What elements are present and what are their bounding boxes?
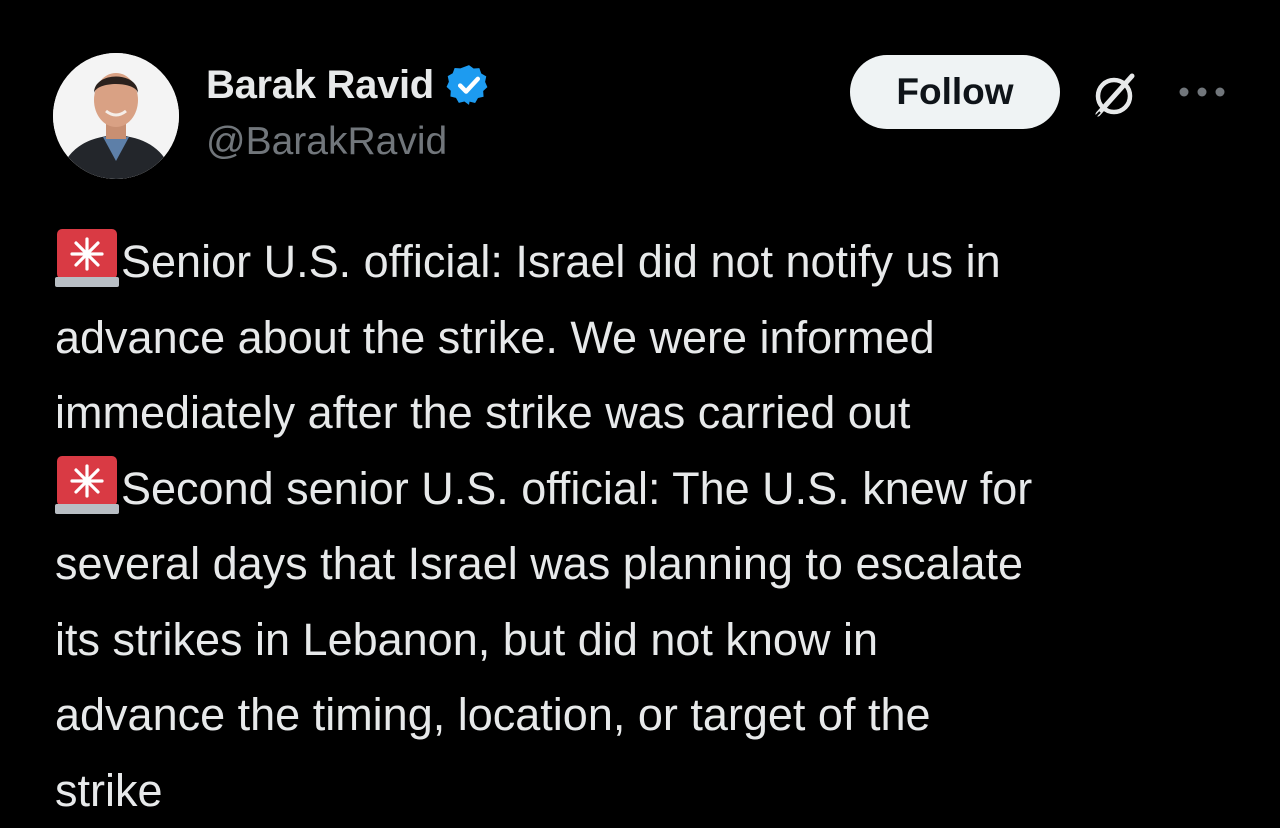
tweet-text: Senior U.S. official: Israel did not not…: [55, 224, 1255, 828]
tweet-line-text: Second senior U.S. official: The U.S. kn…: [121, 463, 1032, 514]
author-display-name[interactable]: Barak Ravid: [206, 63, 434, 108]
tweet-line: Senior U.S. official: Israel did not not…: [55, 224, 1255, 300]
siren-icon: [55, 225, 119, 289]
tweet-line-text: Senior U.S. official: Israel did not not…: [121, 236, 1001, 287]
verified-badge-icon: [446, 62, 492, 108]
avatar-image: [53, 53, 179, 179]
grok-icon[interactable]: [1086, 68, 1142, 124]
siren-icon: [55, 452, 119, 516]
tweet-line: immediately after the strike was carried…: [55, 375, 1255, 451]
tweet-line: advance about the strike. We were inform…: [55, 300, 1255, 376]
more-options-icon[interactable]: [1176, 82, 1228, 102]
tweet-line: Second senior U.S. official: The U.S. kn…: [55, 451, 1255, 527]
tweet-card: Barak Ravid @BarakRavid Follow: [0, 0, 1280, 819]
tweet-line: strike: [55, 753, 1255, 828]
follow-button[interactable]: Follow: [850, 55, 1060, 129]
tweet-line: its strikes in Lebanon, but did not know…: [55, 602, 1255, 678]
tweet-line: advance the timing, location, or target …: [55, 677, 1255, 753]
avatar[interactable]: [53, 53, 179, 179]
author-name-row: Barak Ravid: [206, 60, 492, 110]
author-handle[interactable]: @BarakRavid: [206, 120, 447, 164]
tweet-line: several days that Israel was planning to…: [55, 526, 1255, 602]
